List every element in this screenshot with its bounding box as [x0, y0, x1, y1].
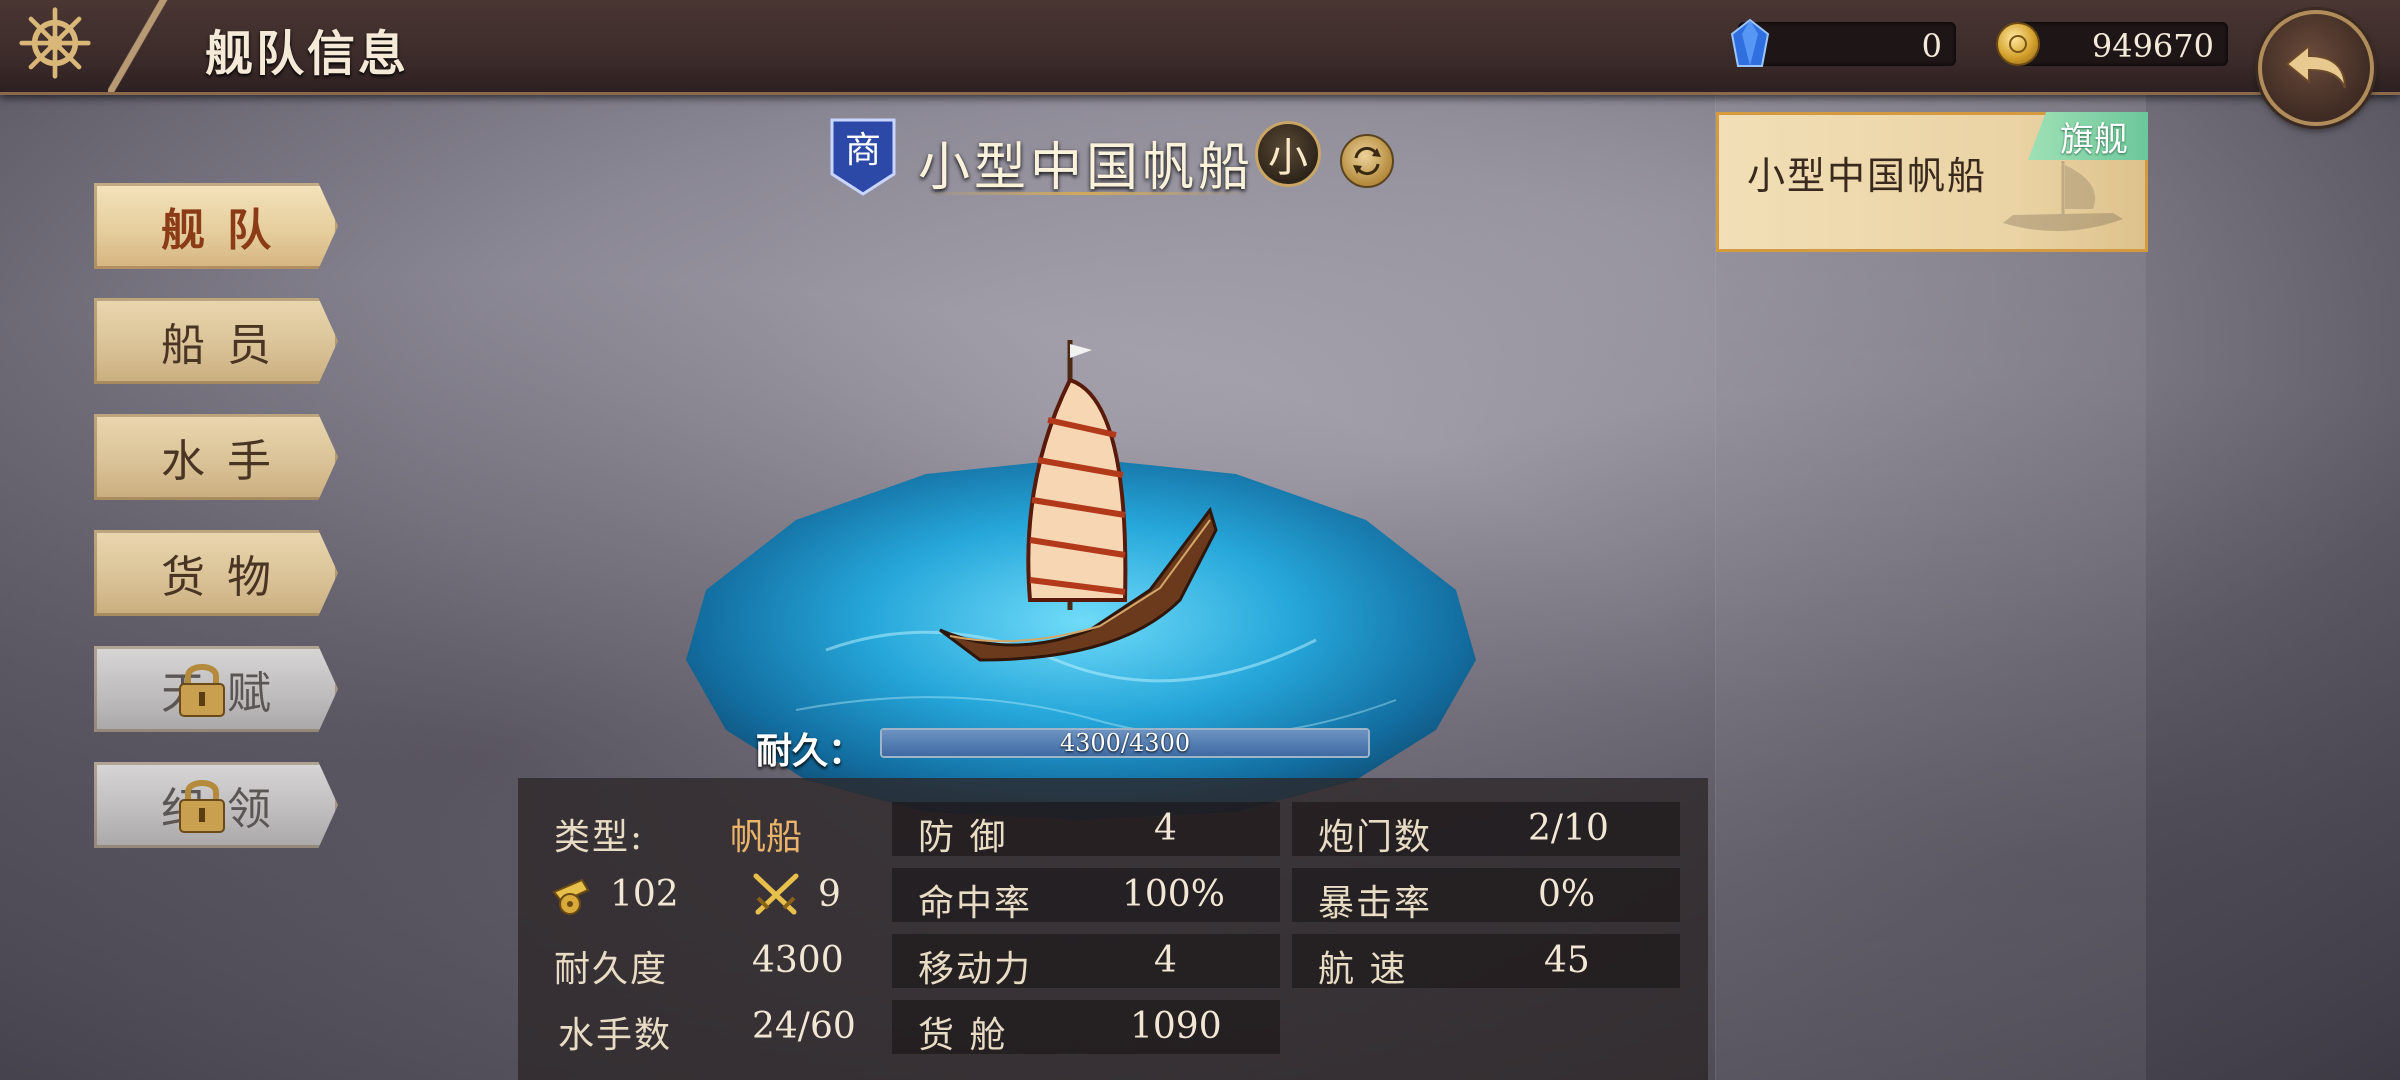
gold-counter: 949670	[1996, 22, 2228, 66]
menu-crew[interactable]: 船员	[94, 298, 338, 384]
ship-model	[939, 340, 1218, 662]
flagship-name: 小型中国帆船	[1747, 154, 1988, 198]
type-value: 帆船	[730, 817, 803, 858]
crossed-swords-icon	[753, 873, 799, 915]
cannon-icon	[552, 878, 590, 915]
flagship-tag: 旗舰	[2028, 112, 2148, 160]
ship-name-underline	[920, 192, 1250, 195]
menu-label: 货物	[161, 552, 293, 603]
hit-rate-label: 命中率	[918, 883, 1033, 924]
menu-label: 船员	[161, 320, 293, 371]
durability-label: 耐久：	[756, 730, 865, 772]
flagship-card[interactable]: 小型中国帆船 旗舰	[1716, 112, 2148, 252]
cargo-cell: 货 舱 1090	[892, 1000, 1280, 1056]
menu-label: 水手	[161, 436, 293, 487]
crit-label: 暴击率	[1318, 883, 1433, 924]
move-value: 4	[1154, 940, 1177, 981]
sailors-value: 24/60	[752, 1006, 856, 1047]
attack-value: 9	[818, 874, 841, 915]
gunport-label: 炮门数	[1318, 817, 1433, 858]
hit-rate-cell: 命中率 100%	[892, 868, 1280, 924]
gem-value: 0	[1921, 27, 1942, 65]
speed-label: 航 速	[1318, 949, 1408, 990]
gem-counter: 0	[1730, 18, 1956, 67]
lock-icon	[179, 664, 225, 717]
merchant-class-badge: 商	[830, 118, 896, 196]
durability-stat-value: 4300	[752, 940, 844, 981]
defense-value: 4	[1154, 808, 1177, 849]
gunport-value: 2/10	[1528, 808, 1609, 849]
swap-ship-button[interactable]	[1340, 134, 1394, 188]
durability-stat-label: 耐久度	[554, 949, 669, 990]
class-badge-text: 商	[845, 130, 881, 171]
speed-cell: 航 速 45	[1292, 934, 1680, 990]
ship-wheel-icon[interactable]	[0, 0, 110, 86]
coin-icon	[1996, 22, 2040, 66]
defense-label: 防 御	[918, 817, 1008, 858]
defense-cell: 防 御 4	[892, 802, 1280, 858]
durability-text: 4300/4300	[1059, 729, 1191, 757]
ship-name: 小型中国帆船	[918, 138, 1255, 198]
back-arrow-icon	[2285, 43, 2346, 89]
swap-icon	[1353, 146, 1381, 176]
type-label: 类型:	[554, 817, 645, 858]
title-divider	[108, 0, 168, 92]
durability-bar: 4300/4300	[880, 728, 1370, 758]
menu-sailors[interactable]: 水手	[94, 414, 338, 500]
menu-label: 舰队	[161, 205, 293, 256]
move-cell: 移动力 4	[892, 934, 1280, 990]
ship-size-badge: 小	[1255, 121, 1321, 187]
menu-fleet[interactable]: 舰队	[94, 183, 338, 269]
hit-rate-value: 100%	[1122, 874, 1225, 915]
cannon-value: 102	[610, 874, 679, 915]
speed-value: 45	[1544, 940, 1590, 981]
crit-cell: 暴击率 0%	[1292, 868, 1680, 924]
gem-icon	[1730, 18, 1770, 67]
ship-sketch-icon	[2003, 161, 2123, 232]
cargo-value: 1090	[1130, 1006, 1222, 1047]
move-label: 移动力	[918, 949, 1033, 990]
sailors-label: 水手数	[558, 1015, 673, 1056]
top-bar: 舰队信息 0 949670	[0, 0, 2400, 95]
back-button[interactable]	[2258, 10, 2374, 126]
menu-leader-locked[interactable]: 纪领	[94, 762, 338, 848]
crit-value: 0%	[1538, 874, 1596, 915]
cargo-label: 货 舱	[918, 1015, 1008, 1056]
ship-stats-panel: 类型: 帆船 102 9 耐久度 4300 水手数 24/60 防 御 4 命中…	[518, 778, 1708, 1080]
menu-cargo[interactable]: 货物	[94, 530, 338, 616]
menu-talent-locked[interactable]: 天赋	[94, 646, 338, 732]
gunport-cell: 炮门数 2/10	[1292, 802, 1680, 858]
lock-icon	[179, 780, 225, 833]
page-title: 舰队信息	[205, 26, 410, 82]
gold-value: 949670	[2091, 27, 2214, 65]
